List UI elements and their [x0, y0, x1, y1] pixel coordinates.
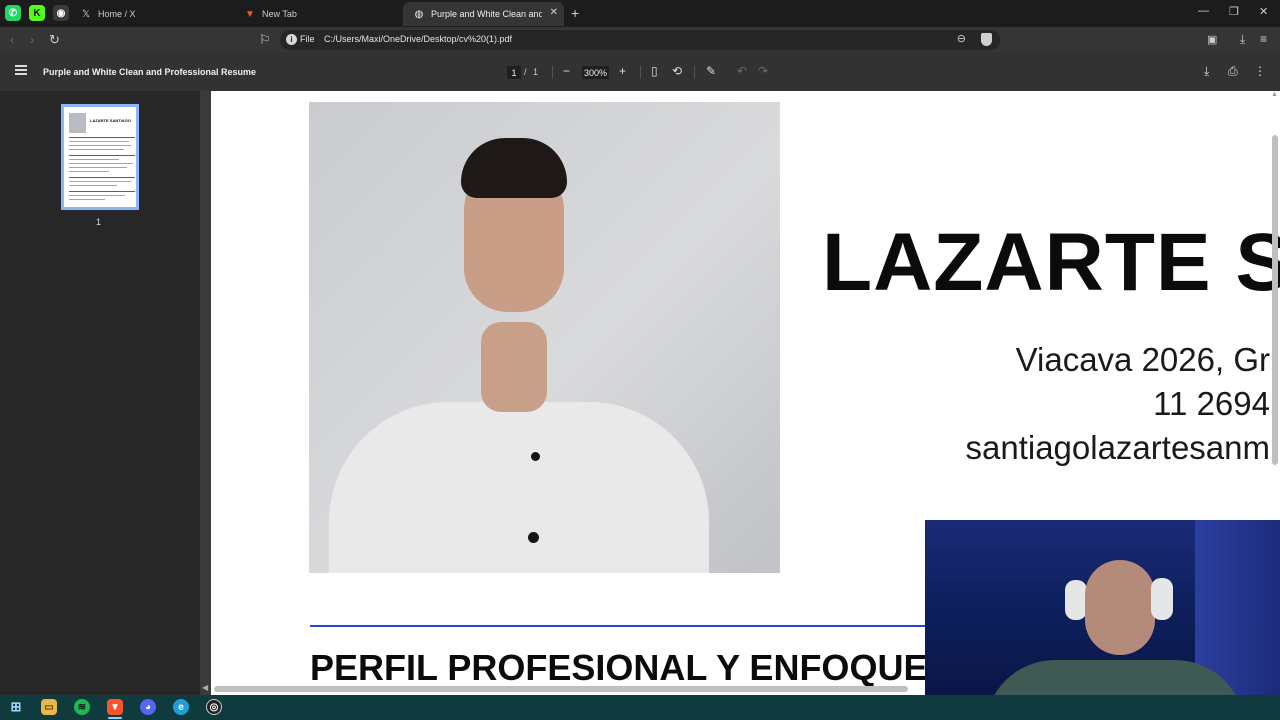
divider: [552, 66, 553, 79]
download-icon[interactable]: ⤓: [1204, 64, 1209, 79]
messenger-icon[interactable]: ◉: [53, 5, 69, 21]
zoom-level-input[interactable]: 300%: [582, 66, 609, 79]
more-options-icon[interactable]: ⋮: [1254, 64, 1266, 78]
horizontal-scroll-thumb[interactable]: [214, 686, 908, 692]
address-bar[interactable]: i File C:/Users/Maxi/OneDrive/Desktop/cv…: [280, 30, 1000, 50]
undo-icon[interactable]: ↶: [737, 64, 747, 78]
tab-new-tab[interactable]: ▼ New Tab: [234, 2, 394, 26]
obs-icon[interactable]: ◎: [206, 699, 222, 715]
brave-icon[interactable]: ▼: [107, 699, 123, 715]
taskbar: ⊞ ▭ ≋ ▼ ◕ e ◎: [0, 695, 1280, 720]
new-tab-button[interactable]: +: [571, 5, 579, 21]
zoom-icon[interactable]: ⊖: [957, 32, 966, 45]
close-tab-icon[interactable]: ✕: [550, 7, 558, 18]
scroll-left-icon[interactable]: ◀: [202, 683, 208, 692]
info-icon[interactable]: i: [286, 34, 297, 45]
minimize-button[interactable]: —: [1198, 5, 1209, 17]
vertical-scroll-thumb[interactable]: [1272, 135, 1278, 465]
resume-name: LAZARTE S: [822, 217, 1280, 308]
divider: [694, 66, 695, 79]
sidebar-toggle-icon[interactable]: ▣: [1207, 33, 1217, 46]
webcam-overlay: [925, 520, 1280, 720]
resume-email: santiagolazartesanm: [965, 429, 1270, 466]
reload-button[interactable]: ↻: [49, 32, 60, 48]
spotify-icon[interactable]: ≋: [74, 699, 90, 715]
fit-page-icon[interactable]: ▯: [651, 64, 658, 78]
resume-address: Viacava 2026, Gr: [1015, 341, 1270, 378]
page-number-input[interactable]: 1: [507, 66, 521, 79]
globe-icon: ◍: [414, 8, 424, 20]
forward-button[interactable]: ›: [30, 32, 34, 47]
page-total: 1: [533, 67, 539, 77]
scroll-up-icon[interactable]: ▲: [1271, 91, 1278, 98]
thumbnail-sidebar: LAZARTE SANTIAGO 1: [0, 91, 200, 695]
address-url[interactable]: C:/Users/Maxi/OneDrive/Desktop/cv%20(1).…: [324, 34, 512, 44]
address-scheme: File: [300, 34, 315, 44]
zoom-in-button[interactable]: +: [619, 64, 626, 78]
back-button[interactable]: ‹: [10, 32, 14, 47]
navigation-bar: ‹ › ↻ ⚐ i File C:/Users/Maxi/OneDrive/De…: [0, 27, 1280, 53]
file-explorer-icon[interactable]: ▭: [41, 699, 57, 715]
hamburger-menu-icon[interactable]: [15, 65, 27, 75]
bookmark-icon[interactable]: ⚐: [259, 32, 271, 48]
x-icon: 𝕏: [81, 8, 91, 20]
pdf-toolbar: Purple and White Clean and Professional …: [0, 53, 1280, 91]
tab-title: Purple and White Clean and Prof: [431, 9, 542, 19]
document-title: Purple and White Clean and Professional …: [43, 67, 257, 77]
print-icon[interactable]: ⎙: [1228, 64, 1238, 79]
tab-resume-pdf[interactable]: ◍ Purple and White Clean and Prof ✕: [403, 2, 564, 26]
redo-icon[interactable]: ↷: [758, 64, 768, 78]
annotate-icon[interactable]: ✎: [706, 64, 716, 78]
profile-photo: [309, 102, 780, 573]
tab-home-x[interactable]: 𝕏 Home / X: [70, 2, 230, 26]
edge-icon[interactable]: e: [173, 699, 189, 715]
kick-icon[interactable]: K: [29, 5, 45, 21]
rotate-icon[interactable]: ⟲: [672, 64, 682, 78]
browser-menu-icon[interactable]: ≡: [1260, 32, 1267, 46]
discord-icon[interactable]: ◕: [140, 699, 156, 715]
thumbnail-page-number: 1: [96, 217, 102, 227]
close-window-button[interactable]: ✕: [1259, 5, 1268, 18]
brave-icon: ▼: [245, 8, 255, 20]
tab-strip: ✆ K ◉ 𝕏 Home / X ▼ New Tab ◍ Purple and …: [0, 0, 1280, 27]
thumbnail-name: LAZARTE SANTIAGO: [90, 118, 131, 123]
brave-shields-icon[interactable]: [981, 33, 992, 46]
resume-phone: 11 2694: [1153, 385, 1270, 422]
divider: [640, 66, 641, 79]
whatsapp-icon[interactable]: ✆: [5, 5, 21, 21]
zoom-out-button[interactable]: −: [563, 64, 570, 78]
page-separator: /: [524, 67, 527, 77]
horizontal-scrollbar[interactable]: ◀: [200, 683, 930, 695]
tab-title: New Tab: [262, 9, 297, 19]
tab-title: Home / X: [98, 9, 136, 19]
page-thumbnail[interactable]: LAZARTE SANTIAGO: [61, 104, 139, 210]
restore-button[interactable]: ❐: [1229, 5, 1239, 18]
thumbnail-photo: [69, 113, 86, 133]
windows-start-icon[interactable]: ⊞: [8, 699, 24, 715]
downloads-icon[interactable]: ⤓: [1240, 32, 1245, 47]
